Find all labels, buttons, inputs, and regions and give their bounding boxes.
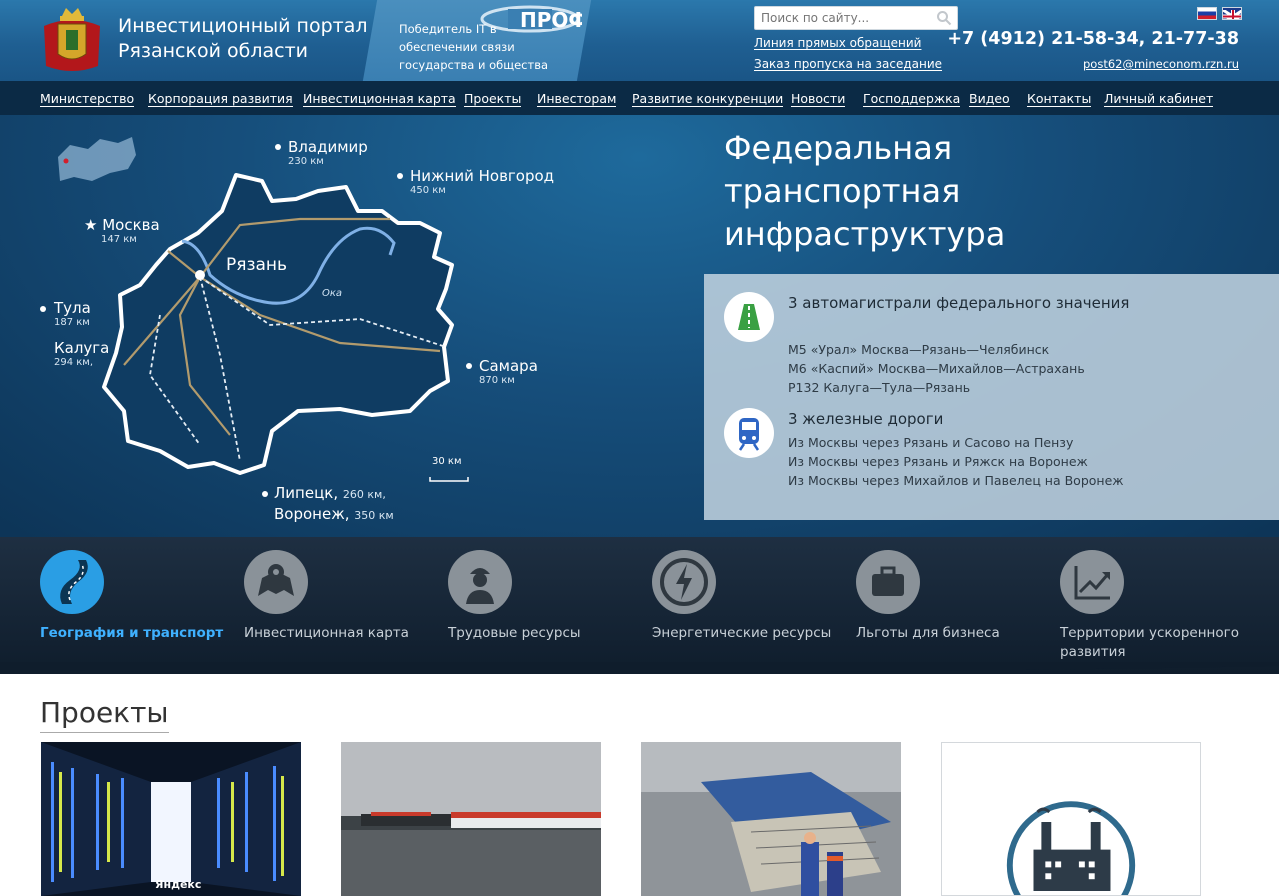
search-icon[interactable] xyxy=(936,10,952,26)
search-input[interactable] xyxy=(754,6,958,30)
warehouse-image xyxy=(341,742,601,896)
nav-state-support[interactable]: Господдержка xyxy=(863,91,961,107)
site-header: Инвестиционный портал Рязанской области … xyxy=(0,0,1279,81)
category-invest-map[interactable]: Инвестиционная карта xyxy=(244,550,434,643)
lightning-icon xyxy=(652,550,716,614)
nav-corporation[interactable]: Корпорация развития xyxy=(148,91,293,107)
roads-heading: 3 автомагистрали федерального значения xyxy=(788,294,1130,312)
hero-banner: Рязань Ока 30 км Владимир 230 км Нижний Н… xyxy=(0,115,1279,537)
english-flag-icon[interactable] xyxy=(1222,7,1242,20)
briefcase-icon xyxy=(856,550,920,614)
category-label: Трудовые ресурсы xyxy=(448,625,581,641)
star-icon: ★ xyxy=(84,216,103,234)
highway-icon xyxy=(724,292,774,342)
category-label: География и транспорт xyxy=(40,625,224,641)
factory-icon xyxy=(1006,801,1136,895)
category-label: Инвестиционная карта xyxy=(244,625,409,641)
region-map xyxy=(58,137,469,482)
main-nav: Министерство Корпорация развития Инвести… xyxy=(0,81,1279,115)
category-label: Льготы для бизнеса xyxy=(856,625,1000,641)
map-dot xyxy=(466,363,472,369)
map-city-moscow: ★ Москва 147 км xyxy=(84,216,160,245)
nav-competition[interactable]: Развитие конкуренции xyxy=(632,91,784,107)
map-dot xyxy=(40,306,46,312)
category-geography[interactable]: География и транспорт xyxy=(40,550,230,643)
coat-of-arms-icon[interactable] xyxy=(40,6,104,74)
factory-floor-image xyxy=(641,742,901,896)
category-territories[interactable]: Территории ускоренного развития xyxy=(1060,550,1250,662)
yandex-caption: Яндекс xyxy=(155,878,201,891)
map-pin-icon xyxy=(244,550,308,614)
rails-heading: 3 железные дороги xyxy=(788,410,944,428)
hotline-link[interactable]: Линия прямых обращений xyxy=(754,36,921,50)
map-city-tula: Тула 187 км xyxy=(54,299,91,328)
site-title[interactable]: Инвестиционный портал Рязанской области xyxy=(118,14,368,64)
rail-item: Из Москвы через Михайлов и Павелец на Во… xyxy=(788,473,1124,488)
map-city-vladimir: Владимир 230 км xyxy=(288,138,368,167)
worker-icon xyxy=(448,550,512,614)
map-city-nizhny: Нижний Новгород 450 км xyxy=(410,167,555,196)
road-item: М6 «Каспий» Москва—Михайлов—Астрахань xyxy=(788,361,1085,376)
project-card-industrial[interactable] xyxy=(941,742,1201,896)
category-benefits[interactable]: Льготы для бизнеса xyxy=(856,550,1046,643)
nav-investors[interactable]: Инвесторам xyxy=(537,91,617,107)
map-city-samara: Самара 870 км xyxy=(479,357,538,386)
category-energy[interactable]: Энергетические ресурсы xyxy=(652,550,842,643)
map-city-lipetsk: Липецк, 260 км, xyxy=(274,484,386,502)
award-text: Победитель IT в обеспечении связи госуда… xyxy=(399,22,549,72)
map-dot xyxy=(262,491,268,497)
map-city-kaluga: Калуга 294 км, xyxy=(54,339,110,368)
category-label: Энергетические ресурсы xyxy=(652,625,832,641)
section-divider xyxy=(0,662,1279,674)
phone-number: +7 (4912) 21-58-34, 21-77-38 xyxy=(947,29,1239,49)
road-item: М5 «Урал» Москва—Рязань—Челябинск xyxy=(788,342,1050,357)
category-label: Территории ускоренного развития xyxy=(1060,625,1239,660)
nav-projects[interactable]: Проекты xyxy=(464,91,522,107)
nav-invest-map[interactable]: Инвестиционная карта xyxy=(303,91,456,107)
nav-account[interactable]: Личный кабинет xyxy=(1104,91,1214,107)
rail-item: Из Москвы через Рязань и Ряжск на Вороне… xyxy=(788,454,1088,469)
category-labor[interactable]: Трудовые ресурсы xyxy=(448,550,638,643)
project-card-datacenter[interactable]: Яндекс xyxy=(41,742,301,896)
projects-heading: Проекты xyxy=(40,696,169,733)
russia-minimap-icon xyxy=(58,137,136,181)
map-city-ryazan: Рязань xyxy=(226,255,288,275)
map-city-voronezh: Воронеж, 350 км xyxy=(274,505,394,523)
project-card-warehouse[interactable] xyxy=(341,742,601,896)
rail-item: Из Москвы через Рязань и Сасово на Пензу xyxy=(788,435,1074,450)
hero-title: Федеральная транспортная инфраструктура xyxy=(724,129,1006,253)
email-link[interactable]: post62@mineconom.rzn.ru xyxy=(1083,57,1239,71)
nav-news[interactable]: Новости xyxy=(791,91,846,107)
road-icon xyxy=(40,550,104,614)
pass-order-link[interactable]: Заказ пропуска на заседание xyxy=(754,57,942,71)
project-card-factory[interactable] xyxy=(641,742,901,896)
growth-chart-icon xyxy=(1060,550,1124,614)
category-bar: География и транспорт Инвестиционная кар… xyxy=(0,537,1279,674)
russian-flag-icon[interactable] xyxy=(1197,7,1217,20)
map-scale: 30 км xyxy=(432,456,462,467)
road-item: Р132 Калуга—Тула—Рязань xyxy=(788,380,971,395)
datacenter-image: Яндекс xyxy=(41,742,301,896)
nav-ministry[interactable]: Министерство xyxy=(40,91,135,107)
train-icon xyxy=(724,408,774,458)
nav-video[interactable]: Видео xyxy=(969,91,1010,107)
transport-info-panel: 3 автомагистрали федерального значения М… xyxy=(704,274,1279,520)
map-dot xyxy=(397,173,403,179)
map-dot xyxy=(275,144,281,150)
map-river-oka: Ока xyxy=(322,288,343,299)
nav-contacts[interactable]: Контакты xyxy=(1027,91,1092,107)
